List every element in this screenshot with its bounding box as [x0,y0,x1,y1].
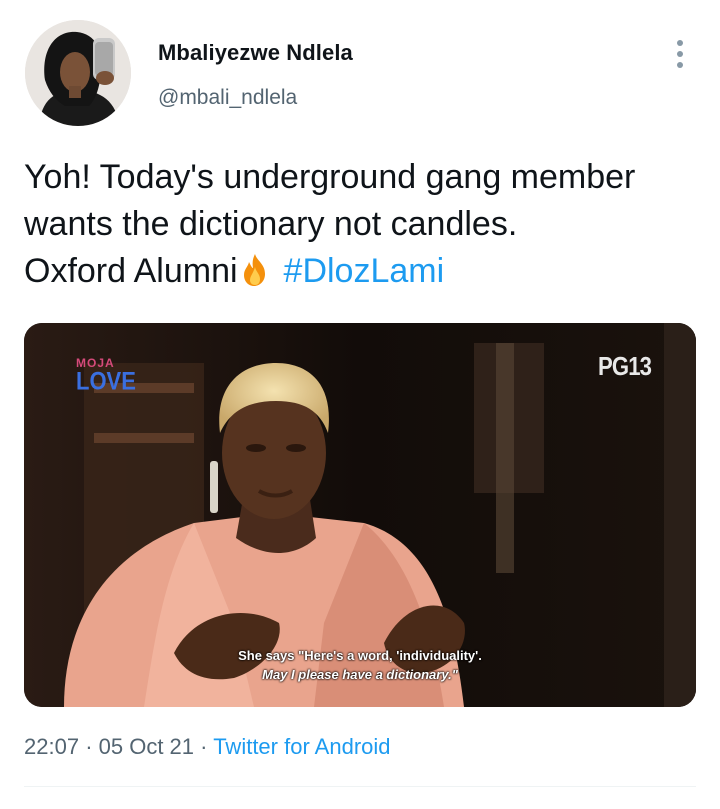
hashtag-link[interactable]: #DlozLami [284,252,445,290]
tweet-text-oxford: Oxford Alumni [24,252,238,290]
author-avatar[interactable] [25,20,131,126]
meta-separator: · [200,734,208,759]
tweet-metadata: 22:07 · 05 Oct 21 · Twitter for Android [24,734,391,760]
more-options-icon[interactable] [664,36,696,72]
tweet-header: Mbaliyezwe Ndlela @mbali_ndlela [0,0,720,140]
divider [24,786,696,787]
fire-emoji-icon [243,254,265,286]
author-handle[interactable]: @mbali_ndlela [158,86,297,110]
more-dot [677,62,683,68]
tweet-time[interactable]: 22:07 [24,734,79,759]
author-display-name[interactable]: Mbaliyezwe Ndlela [158,40,353,66]
subtitle-line-1: She says "Here's a word, 'individuality'… [238,648,482,663]
tweet-text-line-3: Oxford Alumni #DlozLami [24,248,704,295]
channel-logo: MOJA LOVE [76,357,136,396]
tweet-date[interactable]: 05 Oct 21 [99,734,194,759]
tweet-text-line: wants the dictionary not candles. [24,205,518,243]
meta-separator: · [85,734,93,759]
subtitle-line-2: May I please have a dictionary." [262,667,458,682]
tweet-source-link[interactable]: Twitter for Android [213,734,390,759]
age-rating-badge: PG13 [598,351,652,381]
video-subtitle: She says "Here's a word, 'individuality'… [24,646,696,684]
tweet-text: Yoh! Today's underground gang member wan… [24,154,704,295]
avatar-image [25,20,131,126]
more-dot [677,51,683,57]
channel-logo-bottom: LOVE [76,366,136,396]
more-dot [677,40,683,46]
tweet-text-line: Yoh! Today's underground gang member [24,158,636,196]
tweet-media-image[interactable]: MOJA LOVE PG13 She says "Here's a word, … [24,323,696,707]
